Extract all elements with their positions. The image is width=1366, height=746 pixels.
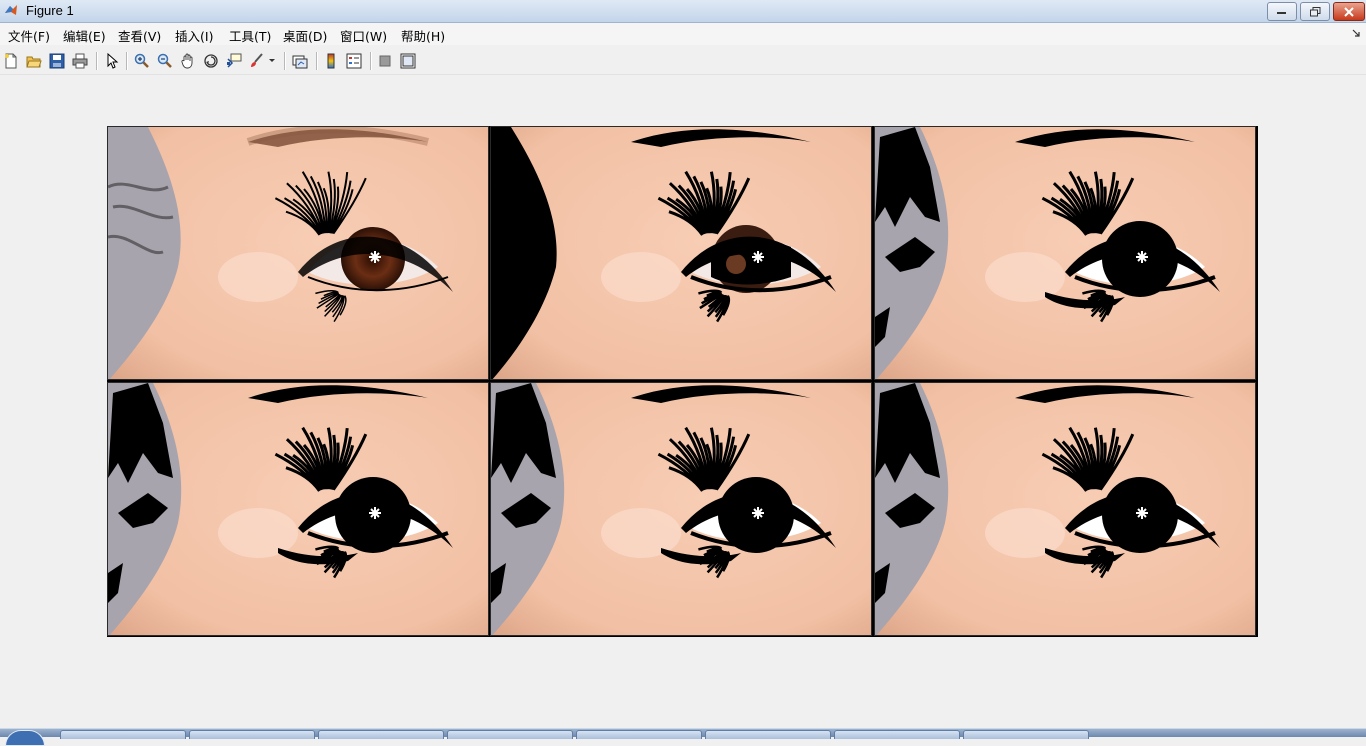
save-icon <box>49 53 65 69</box>
new-figure-button[interactable] <box>1 51 21 71</box>
brush-dropdown[interactable] <box>266 51 278 71</box>
open-file-button[interactable] <box>24 51 44 71</box>
start-button[interactable] <box>5 730 45 746</box>
restore-button[interactable] <box>1300 2 1330 21</box>
image-panel-segmented-5[interactable] <box>490 382 872 636</box>
toolbar-separator <box>126 52 128 70</box>
brush-button[interactable] <box>247 51 267 71</box>
image-panel-segmented-2[interactable] <box>490 126 872 380</box>
link-plot-icon <box>292 55 308 69</box>
chevron-down-icon <box>269 59 275 62</box>
menu-view[interactable]: 查看(V) <box>118 26 161 45</box>
new-figure-icon <box>5 53 17 69</box>
pointer-arrow-icon <box>107 53 119 69</box>
link-plot-button[interactable] <box>290 51 310 71</box>
zoom-out-icon <box>157 53 172 68</box>
minimize-button[interactable] <box>1267 2 1297 21</box>
taskbar-app-button[interactable] <box>318 730 444 739</box>
toolbar-separator <box>370 52 372 70</box>
taskbar-app-button[interactable] <box>60 730 186 739</box>
save-button[interactable] <box>47 51 67 71</box>
toolbar-separator <box>316 52 318 70</box>
figure-toolbar <box>0 48 1366 75</box>
menu-bar: 文件(F) 编辑(E) 查看(V) 插入(I) 工具(T) 桌面(D) 窗口(W… <box>0 23 1366 45</box>
show-plot-tools-button[interactable] <box>398 51 418 71</box>
toolbar-separator <box>96 52 98 70</box>
taskbar-app-button[interactable] <box>705 730 831 739</box>
image-panel-original[interactable] <box>107 126 489 380</box>
menu-tools[interactable]: 工具(T) <box>229 26 271 45</box>
eye-image <box>108 127 488 379</box>
matlab-logo-icon <box>5 5 17 15</box>
hide-plot-tools-icon <box>379 55 391 67</box>
show-plot-tools-icon <box>400 53 416 69</box>
data-cursor-button[interactable] <box>224 51 244 71</box>
legend-icon <box>346 53 362 69</box>
eye-image <box>875 383 1255 635</box>
hide-plot-tools-button[interactable] <box>375 51 395 71</box>
close-icon <box>1344 6 1354 17</box>
zoom-out-button[interactable] <box>155 51 175 71</box>
menu-file[interactable]: 文件(F) <box>8 26 50 45</box>
eye-image <box>108 383 488 635</box>
taskbar-app-button[interactable] <box>834 730 960 739</box>
menu-edit[interactable]: 编辑(E) <box>63 26 106 45</box>
edit-plot-button[interactable] <box>102 51 122 71</box>
restore-icon <box>1309 6 1320 16</box>
open-file-icon <box>26 56 42 68</box>
pan-hand-icon <box>181 53 193 69</box>
menu-window[interactable]: 窗口(W) <box>340 26 387 45</box>
close-button[interactable] <box>1333 2 1365 21</box>
image-panel-segmented-6[interactable] <box>874 382 1256 636</box>
zoom-in-button[interactable] <box>132 51 152 71</box>
menu-help[interactable]: 帮助(H) <box>401 26 445 45</box>
image-panel-segmented-3[interactable] <box>874 126 1256 380</box>
image-panel-segmented-4[interactable] <box>107 382 489 636</box>
data-cursor-icon <box>227 53 242 68</box>
print-icon <box>72 53 88 69</box>
brush-icon <box>251 53 263 67</box>
insert-legend-button[interactable] <box>344 51 364 71</box>
colorbar-icon <box>327 53 335 69</box>
minimize-icon <box>1277 11 1286 14</box>
taskbar-app-button[interactable] <box>576 730 702 739</box>
menu-desktop[interactable]: 桌面(D) <box>283 26 327 45</box>
rotate-3d-button[interactable] <box>201 51 221 71</box>
eye-image <box>491 383 871 635</box>
taskbar-app-button[interactable] <box>189 730 315 739</box>
eye-image <box>491 127 871 379</box>
image-montage-axes[interactable] <box>107 126 1258 637</box>
toolbar-separator <box>284 52 286 70</box>
dock-arrow-icon[interactable] <box>1352 29 1360 37</box>
print-button[interactable] <box>70 51 90 71</box>
window-title: Figure 1 <box>26 3 74 18</box>
pan-button[interactable] <box>178 51 198 71</box>
taskbar-app-button[interactable] <box>963 730 1089 739</box>
insert-colorbar-button[interactable] <box>321 51 341 71</box>
eye-image <box>875 127 1255 379</box>
menu-insert[interactable]: 插入(I) <box>175 26 213 45</box>
rotate-3d-icon <box>204 54 218 68</box>
window-title-bar: Figure 1 <box>0 0 1366 23</box>
taskbar-app-button[interactable] <box>447 730 573 739</box>
zoom-in-icon <box>134 53 149 68</box>
